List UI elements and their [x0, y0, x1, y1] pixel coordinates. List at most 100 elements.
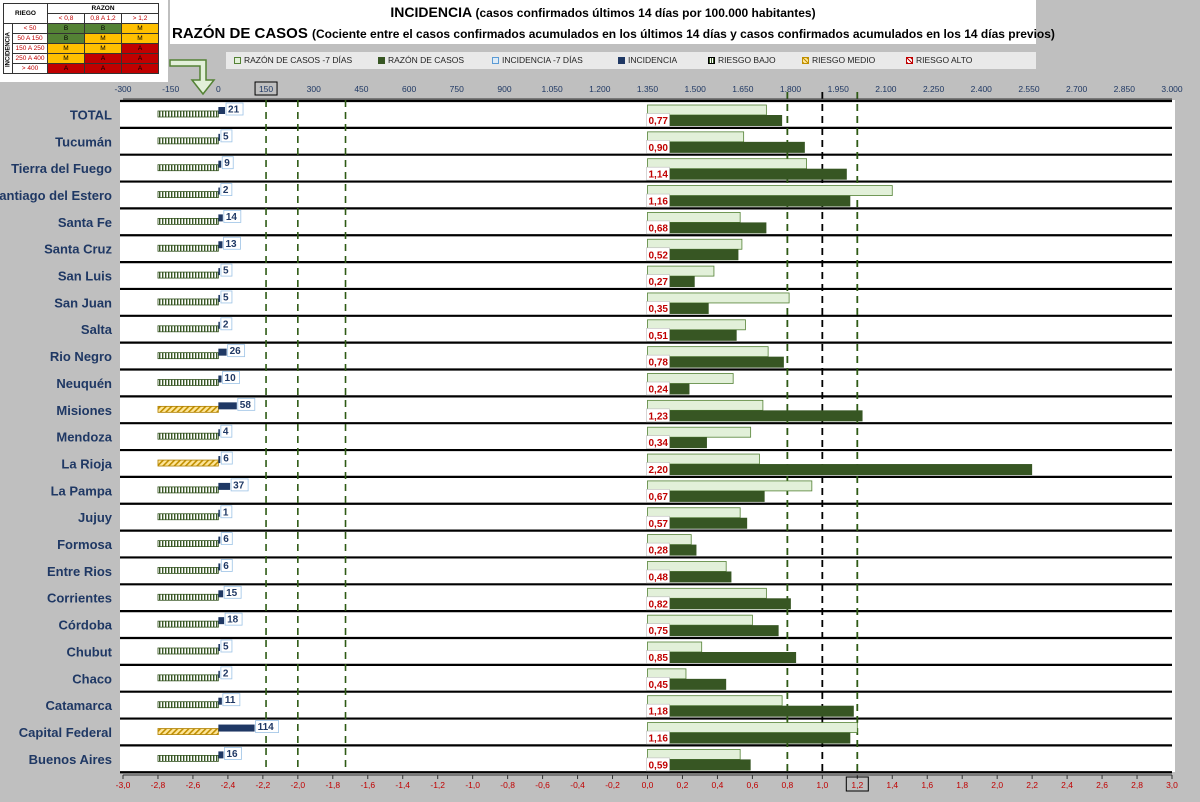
- incidencia-label: 6: [223, 534, 229, 545]
- razon-label: 0,90: [649, 143, 669, 154]
- incidencia-bar: [218, 697, 222, 705]
- top-tick-label: 1.650: [732, 84, 754, 94]
- legend-item-incidencia: INCIDENCIA: [618, 55, 677, 65]
- legend-label: INCIDENCIA -7 DÍAS: [502, 55, 583, 65]
- risk-bar: [157, 244, 219, 252]
- bottom-tick-label: 0,2: [677, 780, 689, 790]
- razon-bar: [647, 410, 863, 422]
- category-label: Capital Federal: [19, 725, 112, 740]
- title-razon: RAZÓN DE CASOS: [172, 25, 308, 42]
- bottom-tick-label: 1,8: [956, 780, 968, 790]
- bottom-tick-label: -1,0: [465, 780, 480, 790]
- incidencia-bar: [218, 617, 225, 625]
- legend-item-riesgo-bajo: RIESGO BAJO: [708, 55, 776, 65]
- top-tick-label: -300: [114, 84, 131, 94]
- top-tick-label: 1.950: [828, 84, 850, 94]
- incidencia-label: 58: [240, 400, 252, 411]
- razon-bar: [647, 732, 851, 744]
- category-label: Rio Negro: [50, 349, 112, 364]
- category-label: San Juan: [54, 295, 112, 310]
- category-label: TOTAL: [70, 107, 112, 122]
- category-label: Entre Rios: [47, 564, 112, 579]
- legend-item-razon: RAZÓN DE CASOS: [378, 55, 464, 65]
- legend-label: RAZÓN DE CASOS -7 DÍAS: [244, 55, 353, 65]
- risk-matrix: RIEGO RAZON < 0,8 0,8 A 1,2 > 1,2 INCIDE…: [0, 0, 168, 82]
- risk-bar: [157, 325, 219, 333]
- risk-cell: M: [47, 43, 85, 54]
- risk-cell: M: [47, 53, 85, 64]
- arrow-icon: [169, 59, 216, 96]
- top-tick-label: 1.500: [685, 84, 707, 94]
- risk-cell: M: [121, 23, 159, 34]
- incidencia-label: 5: [223, 266, 229, 277]
- category-label: Mendoza: [56, 430, 112, 445]
- incidencia-label: 18: [227, 615, 239, 626]
- incid-row-label: > 400: [12, 63, 48, 74]
- risk-bar: [157, 191, 219, 198]
- legend: RAZÓN DE CASOS -7 DÍAS RAZÓN DE CASOS IN…: [226, 52, 1036, 69]
- bottom-tick-label: 2,8: [1131, 780, 1143, 790]
- risk-bar: [157, 164, 219, 172]
- category-label: Córdoba: [59, 618, 113, 633]
- razon-col: 0,8 A 1,2: [84, 13, 122, 24]
- risk-cell: A: [84, 63, 122, 74]
- razon-label: 1,16: [649, 734, 669, 745]
- legend-label: RIESGO MEDIO: [812, 55, 876, 65]
- legend-swatch: [802, 56, 809, 64]
- razon-7dias-bar: [647, 185, 893, 196]
- chart: 210,7750,9091,1421,16140,68130,5250,2750…: [0, 81, 1183, 792]
- category-label: Catamarca: [46, 698, 113, 713]
- bottom-tick-label: -0,6: [535, 780, 550, 790]
- legend-swatch: [378, 56, 385, 64]
- risk-cell: A: [47, 63, 85, 74]
- risk-cell: B: [47, 23, 85, 34]
- category-label: Tucumán: [55, 134, 112, 149]
- razon-bar: [647, 705, 854, 717]
- incidencia-bar: [218, 241, 223, 249]
- incidencia-label: 21: [228, 105, 240, 116]
- razon-label: 1,16: [649, 197, 669, 208]
- risk-cell: M: [84, 43, 122, 54]
- risk-bar: [157, 593, 219, 601]
- razon-bar: [647, 141, 805, 153]
- category-label: Chubut: [67, 644, 113, 659]
- legend-swatch: [906, 56, 913, 64]
- incidencia-label: 14: [226, 212, 238, 223]
- incidencia-label: 114: [258, 722, 275, 733]
- top-tick-label: 750: [450, 84, 464, 94]
- incidencia-label: 4: [223, 427, 229, 438]
- category-label: Neuquén: [56, 376, 112, 391]
- bottom-tick-label: 2,2: [1026, 780, 1038, 790]
- risk-bar: [157, 459, 219, 467]
- razon-col: > 1,2: [121, 13, 159, 24]
- chart-title-2: RAZÓN DE CASOS (Cociente entre el casos …: [172, 25, 1055, 42]
- razon-label: 0,85: [649, 653, 669, 664]
- razon-bar: [647, 195, 851, 207]
- risk-bar: [157, 432, 219, 440]
- risk-cell: M: [121, 33, 159, 44]
- bottom-tick-label: 2,0: [991, 780, 1003, 790]
- bottom-tick-label: 0,6: [746, 780, 758, 790]
- risk-cell: M: [84, 33, 122, 44]
- incidencia-label: 16: [226, 749, 238, 760]
- incidencia-bar: [218, 321, 220, 329]
- top-tick-label: 2.850: [1114, 84, 1136, 94]
- risk-bar: [157, 513, 219, 521]
- incidencia-label: 2: [223, 668, 229, 679]
- bottom-tick-label: 1,6: [921, 780, 933, 790]
- risk-bar: [157, 217, 219, 225]
- incidencia-bar: [218, 724, 255, 732]
- bottom-tick-label: -1,8: [325, 780, 340, 790]
- incid-row-label: 250 A 400: [12, 53, 48, 64]
- bottom-tick-label: 0,0: [642, 780, 654, 790]
- bottom-tick-label: 1,0: [816, 780, 828, 790]
- incidencia-label: 2: [223, 319, 229, 330]
- bottom-tick-label: -2,6: [186, 780, 201, 790]
- bottom-tick-label: 2,4: [1061, 780, 1073, 790]
- incidencia-bar: [218, 456, 221, 464]
- title-incidencia-sub: (casos confirmados últimos 14 días por 1…: [475, 6, 816, 20]
- legend-item-razon-7dias: RAZÓN DE CASOS -7 DÍAS: [234, 55, 352, 65]
- razon-label: 0,77: [649, 116, 669, 127]
- razon-label: 1,14: [649, 170, 669, 181]
- legend-item-riesgo-medio: RIESGO MEDIO: [802, 55, 875, 65]
